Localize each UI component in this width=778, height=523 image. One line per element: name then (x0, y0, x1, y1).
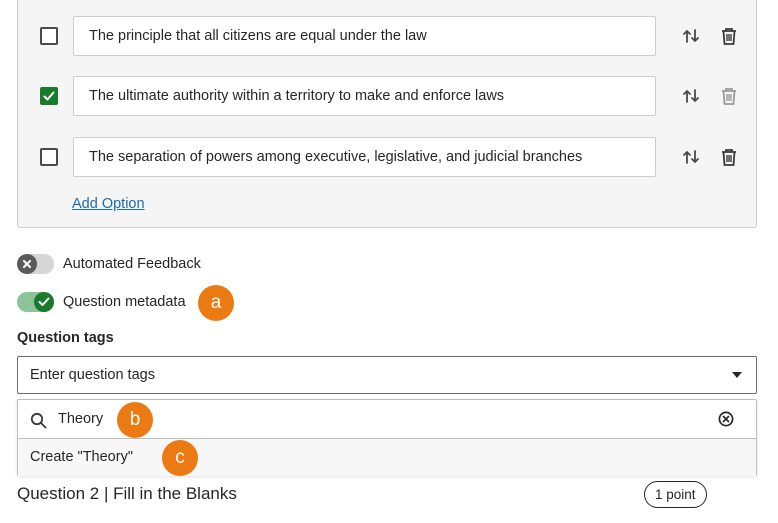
reorder-icon[interactable] (682, 87, 700, 105)
option-3-input[interactable]: The separation of powers among executive… (73, 137, 656, 177)
reorder-icon[interactable] (682, 27, 700, 45)
option-row-2: The ultimate authority within a territor… (18, 76, 756, 116)
caret-down-icon (732, 372, 742, 378)
points-badge: 1 point (644, 481, 707, 508)
clear-search-icon[interactable] (718, 411, 734, 427)
option-2-checkbox[interactable] (40, 87, 58, 105)
callout-marker-b: b (117, 402, 153, 438)
toggle-knob (34, 292, 54, 312)
checkmark-icon (38, 297, 50, 306)
question-metadata-row: Question metadata (17, 291, 186, 313)
option-2-input[interactable]: The ultimate authority within a territor… (73, 76, 656, 116)
checkmark-icon (43, 91, 55, 101)
option-row-3: The separation of powers among executive… (18, 137, 756, 177)
x-icon (23, 260, 31, 268)
trash-icon[interactable] (720, 147, 738, 167)
question-tags-label: Question tags (17, 330, 114, 346)
option-row-1: The principle that all citizens are equa… (18, 16, 756, 56)
trash-icon[interactable] (720, 26, 738, 46)
reorder-icon[interactable] (682, 148, 700, 166)
toggle-knob (17, 254, 37, 274)
question-tags-select[interactable]: Enter question tags (17, 356, 757, 394)
option-1-input[interactable]: The principle that all citizens are equa… (73, 16, 656, 56)
automated-feedback-row: Automated Feedback (17, 253, 201, 275)
create-tag-option[interactable]: Create "Theory" (18, 439, 756, 476)
tag-search-input[interactable]: Theory (58, 400, 103, 439)
automated-feedback-label: Automated Feedback (63, 256, 201, 272)
callout-marker-c: c (162, 440, 198, 476)
question-tags-placeholder: Enter question tags (30, 367, 155, 383)
trash-icon[interactable] (720, 86, 738, 106)
question-metadata-toggle[interactable] (17, 292, 54, 312)
create-tag-label: Create "Theory" (30, 449, 133, 465)
add-option-link[interactable]: Add Option (72, 196, 145, 212)
question-2-title: Question 2 | Fill in the Blanks (17, 484, 237, 503)
search-icon (30, 412, 47, 429)
automated-feedback-toggle[interactable] (17, 254, 54, 274)
option-3-checkbox[interactable] (40, 148, 58, 166)
option-1-checkbox[interactable] (40, 27, 58, 45)
question-metadata-label: Question metadata (63, 294, 186, 310)
answer-options-panel: The principle that all citizens are equa… (17, 0, 757, 228)
callout-marker-a: a (198, 285, 234, 321)
